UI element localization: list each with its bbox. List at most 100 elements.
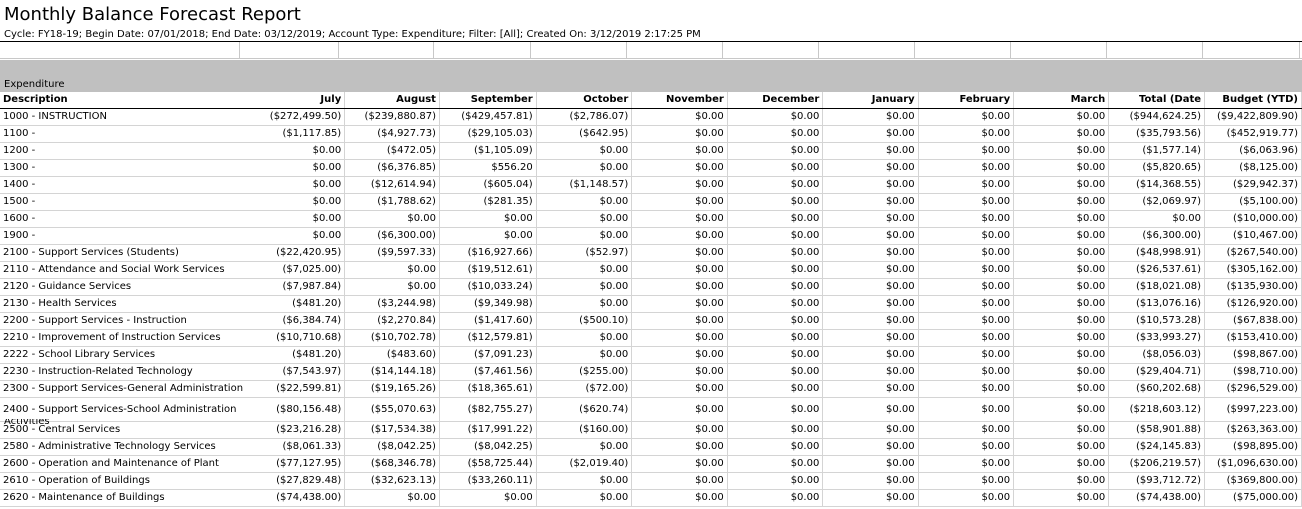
amount-cell: $0.00 [1013, 455, 1110, 473]
amount-cell: ($29,105.03) [439, 125, 537, 143]
amount-cell: ($23,216.28) [246, 421, 346, 439]
amount-cell: $0.00 [631, 329, 728, 347]
amount-cell: ($32,623.13) [344, 472, 440, 490]
amount-cell: ($239,880.87) [344, 108, 440, 126]
amount-cell: $0.00 [631, 295, 728, 313]
amount-cell: $0.00 [631, 176, 728, 194]
column-header: Total (Date [1108, 92, 1206, 109]
amount-cell: ($6,384.74) [246, 312, 346, 330]
amount-cell: ($10,000.00) [1204, 210, 1302, 228]
amount-cell: $0.00 [631, 380, 728, 398]
table-row: 2100 - Support Services (Students) ($22,4… [0, 244, 1302, 262]
amount-cell: $0.00 [822, 312, 919, 330]
amount-cell: $0.00 [727, 295, 824, 313]
amount-cell: $0.00 [727, 380, 824, 398]
amount-cell: $0.00 [344, 261, 440, 279]
table-row: 2230 - Instruction-Related Technology ($7… [0, 363, 1302, 381]
amount-cell: ($4,927.73) [344, 125, 440, 143]
amount-cell: $0.00 [822, 176, 919, 194]
amount-cell: $0.00 [822, 489, 919, 507]
amount-cell: $0.00 [918, 176, 1015, 194]
table-row: 2400 - Support Services-School Administr… [0, 397, 1302, 422]
amount-cell: $0.00 [727, 421, 824, 439]
table-row: 2120 - Guidance Services ($7,987.84) $0.00… [0, 278, 1302, 296]
amount-cell: $0.00 [344, 210, 440, 228]
amount-cell: $0.00 [536, 278, 633, 296]
column-header: November [631, 92, 728, 109]
amount-cell: ($6,300.00) [344, 227, 440, 245]
amount-cell: $0.00 [536, 261, 633, 279]
amount-cell: $0.00 [918, 261, 1015, 279]
table-row: 2222 - School Library Services ($481.20)(… [0, 346, 1302, 364]
amount-cell: ($13,076.16) [1108, 295, 1206, 313]
amount-cell: $0.00 [631, 142, 728, 160]
column-header: October [536, 92, 633, 109]
amount-cell: ($82,755.27) [439, 397, 537, 422]
amount-cell: $0.00 [1013, 312, 1110, 330]
amount-cell: ($16,927.66) [439, 244, 537, 262]
amount-cell: $0.00 [439, 210, 537, 228]
row-description: 2120 - Guidance Services [0, 278, 247, 296]
amount-cell: ($7,987.84) [246, 278, 346, 296]
amount-cell: $0.00 [727, 159, 824, 177]
amount-cell: $0.00 [631, 125, 728, 143]
truncated-description-text: Activities [4, 419, 50, 424]
amount-cell: $0.00 [536, 489, 633, 507]
amount-cell: $0.00 [727, 455, 824, 473]
amount-cell: ($98,710.00) [1204, 363, 1302, 381]
amount-cell: $0.00 [439, 227, 537, 245]
amount-cell: ($255.00) [536, 363, 633, 381]
amount-cell: $0.00 [1013, 244, 1110, 262]
amount-cell: $0.00 [1013, 380, 1110, 398]
amount-cell: $0.00 [1013, 227, 1110, 245]
amount-cell: ($7,461.56) [439, 363, 537, 381]
amount-cell: $0.00 [536, 295, 633, 313]
amount-cell: $0.00 [439, 489, 537, 507]
amount-cell: $0.00 [918, 142, 1015, 160]
row-description: 2600 - Operation and Maintenance of Plan… [0, 455, 247, 473]
amount-cell: ($267,540.00) [1204, 244, 1302, 262]
table-row: 2210 - Improvement of Instruction Servic… [0, 329, 1302, 347]
row-description: 2580 - Administrative Technology Service… [0, 438, 247, 456]
amount-cell: ($472.05) [344, 142, 440, 160]
column-header: February [918, 92, 1015, 109]
amount-cell: $0.00 [727, 472, 824, 490]
amount-cell: ($481.20) [246, 346, 346, 364]
amount-cell: $0.00 [246, 193, 346, 211]
column-header: March [1013, 92, 1110, 109]
amount-cell: $0.00 [727, 346, 824, 364]
amount-cell: $0.00 [918, 295, 1015, 313]
amount-cell: $0.00 [1013, 193, 1110, 211]
amount-cell: ($481.20) [246, 295, 346, 313]
amount-cell: $0.00 [727, 489, 824, 507]
amount-cell: ($9,349.98) [439, 295, 537, 313]
amount-cell: $0.00 [536, 142, 633, 160]
column-header-row: Description July August September October Nov… [0, 92, 1302, 109]
amount-cell: ($6,300.00) [1108, 227, 1206, 245]
amount-cell: $0.00 [822, 455, 919, 473]
table-row: 1900 - $0.00 ($6,300.00) $0.00 $0.00 $0.00 $0.… [0, 227, 1302, 245]
amount-cell: $0.00 [1013, 108, 1110, 126]
amount-cell: $0.00 [631, 397, 728, 422]
amount-cell: ($14,368.55) [1108, 176, 1206, 194]
amount-cell: ($6,376.85) [344, 159, 440, 177]
row-description: 2100 - Support Services (Students) [0, 244, 247, 262]
amount-cell: $0.00 [536, 227, 633, 245]
amount-cell: $0.00 [1013, 278, 1110, 296]
table-row: 2610 - Operation of Buildings ($27,829.48… [0, 472, 1302, 490]
amount-cell: $0.00 [918, 438, 1015, 456]
amount-cell: $0.00 [918, 455, 1015, 473]
row-description: 2200 - Support Services - Instruction [0, 312, 247, 330]
amount-cell: $0.00 [918, 278, 1015, 296]
amount-cell: ($206,219.57) [1108, 455, 1206, 473]
amount-cell: $0.00 [822, 227, 919, 245]
amount-cell: $0.00 [536, 346, 633, 364]
amount-cell: $0.00 [631, 108, 728, 126]
amount-cell: ($8,042.25) [344, 438, 440, 456]
amount-cell: ($8,056.03) [1108, 346, 1206, 364]
amount-cell: $0.00 [246, 142, 346, 160]
amount-cell: ($9,422,809.90) [1204, 108, 1302, 126]
amount-cell: $0.00 [246, 210, 346, 228]
amount-cell: ($5,100.00) [1204, 193, 1302, 211]
amount-cell: ($135,930.00) [1204, 278, 1302, 296]
